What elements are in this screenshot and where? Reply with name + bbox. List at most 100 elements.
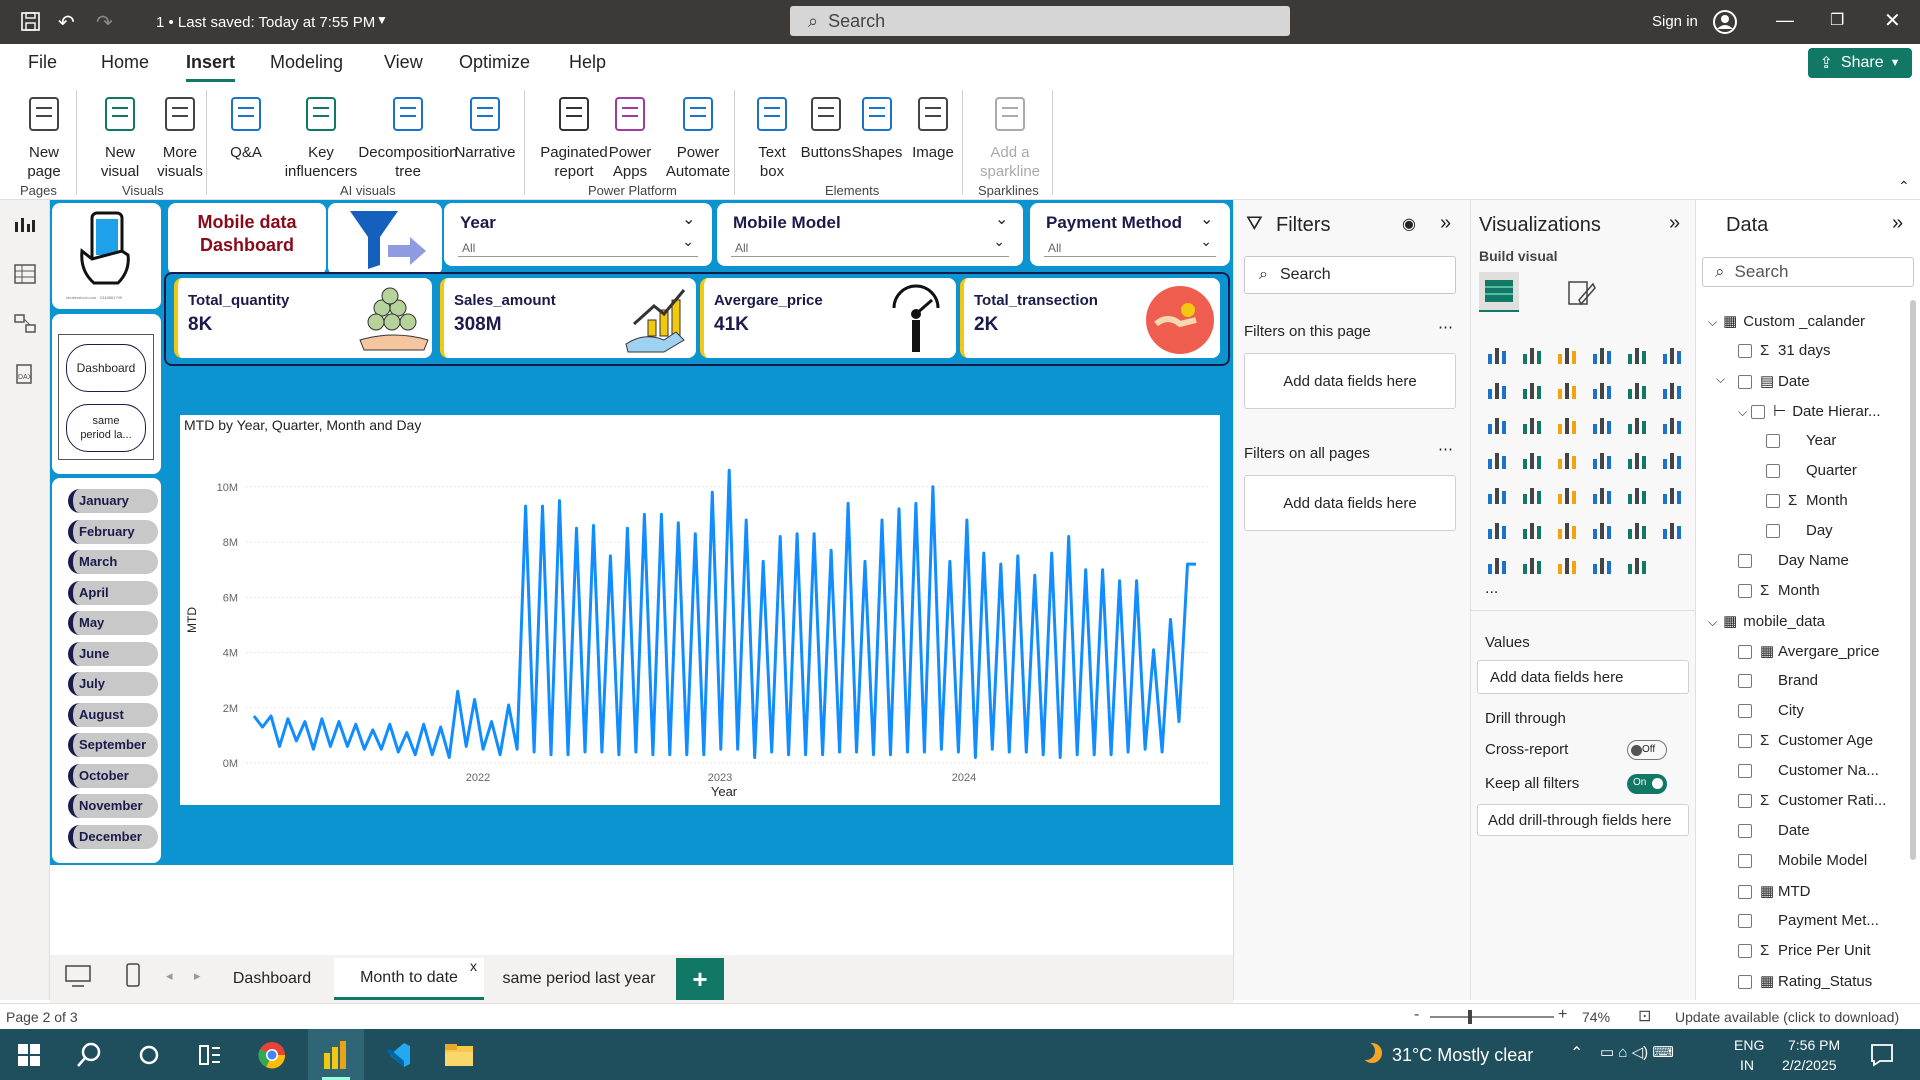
nav-same-period-button[interactable]: same period la... bbox=[66, 404, 146, 452]
build-visual-tab[interactable] bbox=[1479, 272, 1519, 312]
chrome-icon[interactable] bbox=[258, 1041, 286, 1069]
kpi-icon[interactable] bbox=[1520, 482, 1544, 506]
file-explorer-icon[interactable] bbox=[444, 1042, 474, 1068]
data-field-row[interactable]: Payment Met... bbox=[1738, 912, 1879, 929]
chevron-down-icon[interactable]: ⌄ bbox=[682, 209, 695, 229]
azure-map-icon[interactable] bbox=[1590, 447, 1614, 471]
maximize-icon[interactable]: ❐ bbox=[1830, 10, 1844, 30]
data-field-row[interactable]: ⌵ ▤ Date bbox=[1716, 372, 1810, 390]
100-bar-icon[interactable] bbox=[1625, 342, 1649, 366]
goals-icon[interactable] bbox=[1660, 517, 1684, 541]
paginated-icon[interactable] bbox=[1485, 552, 1509, 576]
month-button-may[interactable]: May bbox=[68, 611, 158, 635]
r-script-icon[interactable] bbox=[1660, 482, 1684, 506]
qa-icon[interactable] bbox=[1590, 517, 1614, 541]
undo-icon[interactable]: ↶ bbox=[58, 10, 75, 35]
nav-dashboard-button[interactable]: Dashboard bbox=[66, 344, 146, 392]
gauge-icon[interactable] bbox=[1625, 447, 1649, 471]
treemap-icon[interactable] bbox=[1485, 447, 1509, 471]
data-field-row[interactable]: Day bbox=[1766, 522, 1833, 539]
field-checkbox[interactable] bbox=[1738, 734, 1752, 749]
stacked-column-icon[interactable] bbox=[1520, 342, 1544, 366]
mtd-series-line[interactable] bbox=[252, 468, 1196, 759]
tab-month-to-date[interactable]: Month to date bbox=[334, 958, 484, 1000]
arcgis-icon[interactable] bbox=[1625, 552, 1649, 576]
table-icon[interactable] bbox=[1590, 482, 1614, 506]
menu-home[interactable]: Home bbox=[101, 52, 149, 73]
slicer-year[interactable]: Year ⌄ All ⌄ bbox=[444, 203, 712, 266]
power-bi-taskbar-button[interactable] bbox=[308, 1029, 364, 1080]
power-automate-button[interactable]: Power Automate bbox=[664, 94, 732, 181]
save-state[interactable]: 1 • Last saved: Today at 7:55 PM bbox=[156, 14, 375, 31]
eye-icon[interactable]: ◉ bbox=[1402, 214, 1416, 234]
decomposition-icon[interactable] bbox=[1555, 517, 1579, 541]
zoom-slider[interactable] bbox=[1430, 1010, 1554, 1024]
power-apps-button[interactable]: Power Apps bbox=[604, 94, 656, 181]
data-field-row[interactable]: ⌵ ⊢ Date Hierar... bbox=[1738, 402, 1881, 420]
data-field-row[interactable]: ▦ Avergare_price bbox=[1738, 642, 1879, 660]
data-field-row[interactable]: Σ 31 days bbox=[1738, 342, 1831, 359]
data-field-row[interactable]: Σ Customer Rati... bbox=[1738, 792, 1886, 809]
field-checkbox[interactable] bbox=[1738, 854, 1752, 869]
line-clustered-icon[interactable] bbox=[1660, 377, 1684, 401]
clustered-bar-icon[interactable] bbox=[1555, 342, 1579, 366]
power-automate-icon[interactable] bbox=[1590, 552, 1614, 576]
data-field-row[interactable]: Quarter bbox=[1766, 462, 1857, 479]
data-field-row[interactable]: Brand bbox=[1738, 672, 1818, 689]
shapes-button[interactable]: Shapes bbox=[848, 94, 906, 162]
task-view-icon[interactable] bbox=[198, 1044, 222, 1066]
data-field-row[interactable]: ⌵ ▦ mobile_data bbox=[1708, 612, 1825, 630]
zoom-in-icon[interactable]: + bbox=[1558, 1006, 1567, 1024]
buttons-button[interactable]: Buttons bbox=[796, 94, 856, 162]
slicer-payment-method-dropdown[interactable]: All ⌄ bbox=[1044, 233, 1216, 257]
field-checkbox[interactable] bbox=[1738, 584, 1752, 599]
key-influencers-icon[interactable] bbox=[1520, 517, 1544, 541]
python-icon[interactable] bbox=[1485, 517, 1509, 541]
tab-same-period[interactable]: same period last year bbox=[488, 958, 670, 1000]
data-field-row[interactable]: Customer Na... bbox=[1738, 762, 1879, 779]
field-checkbox[interactable] bbox=[1766, 494, 1780, 509]
field-checkbox[interactable] bbox=[1738, 914, 1752, 929]
cortana-icon[interactable] bbox=[138, 1044, 160, 1066]
field-checkbox[interactable] bbox=[1738, 704, 1752, 719]
tray-chevron-icon[interactable]: ⌃ bbox=[1570, 1043, 1583, 1063]
collapse-ribbon-icon[interactable]: ⌃ bbox=[1898, 178, 1910, 195]
language-1[interactable]: ENG bbox=[1734, 1037, 1764, 1053]
more-visuals-ellipsis[interactable]: ... bbox=[1485, 580, 1498, 598]
narrative-button[interactable]: Narrative bbox=[448, 94, 522, 162]
slicer-mobile-model-dropdown[interactable]: All ⌄ bbox=[731, 233, 1009, 257]
add-page-button[interactable]: + bbox=[676, 958, 724, 1000]
field-checkbox[interactable] bbox=[1738, 824, 1752, 839]
update-notice[interactable]: Update available (click to download) bbox=[1675, 1009, 1899, 1025]
fit-page-icon[interactable]: ⊡ bbox=[1638, 1006, 1651, 1026]
field-checkbox[interactable] bbox=[1738, 375, 1752, 390]
field-checkbox[interactable] bbox=[1738, 885, 1752, 900]
field-checkbox[interactable] bbox=[1738, 554, 1752, 569]
field-checkbox[interactable] bbox=[1766, 524, 1780, 539]
tab-dashboard[interactable]: Dashboard bbox=[212, 958, 332, 1000]
taskbar-search-icon[interactable] bbox=[76, 1042, 102, 1068]
month-button-july[interactable]: July bbox=[68, 672, 158, 696]
power-apps-icon[interactable] bbox=[1520, 552, 1544, 576]
chevron-down-icon[interactable]: ⌵ bbox=[1738, 405, 1747, 419]
month-button-march[interactable]: March bbox=[68, 550, 158, 574]
narrative-icon[interactable] bbox=[1625, 517, 1649, 541]
100-column-icon[interactable] bbox=[1660, 342, 1684, 366]
data-field-row[interactable]: Σ Month bbox=[1766, 492, 1848, 509]
stacked-bar-icon[interactable] bbox=[1485, 342, 1509, 366]
menu-help[interactable]: Help bbox=[569, 52, 606, 73]
search-input[interactable]: ⌕ Search bbox=[790, 6, 1290, 36]
field-checkbox[interactable] bbox=[1738, 794, 1752, 809]
ribbon-icon[interactable] bbox=[1485, 412, 1509, 436]
menu-file[interactable]: File bbox=[28, 52, 57, 73]
month-button-august[interactable]: August bbox=[68, 702, 158, 727]
paginated-report-button[interactable]: Paginated report bbox=[534, 94, 614, 181]
field-checkbox[interactable] bbox=[1738, 674, 1752, 689]
month-button-january[interactable]: January bbox=[68, 489, 158, 513]
filter-toggle-card[interactable] bbox=[328, 203, 442, 275]
sparkline-button[interactable]: Add a sparkline bbox=[974, 94, 1046, 181]
clock-date[interactable]: 2/2/2025 bbox=[1782, 1057, 1837, 1073]
month-button-september[interactable]: September bbox=[68, 733, 158, 757]
data-field-row[interactable]: Date bbox=[1738, 822, 1810, 839]
slicer-year-dropdown[interactable]: All ⌄ bbox=[458, 233, 698, 257]
